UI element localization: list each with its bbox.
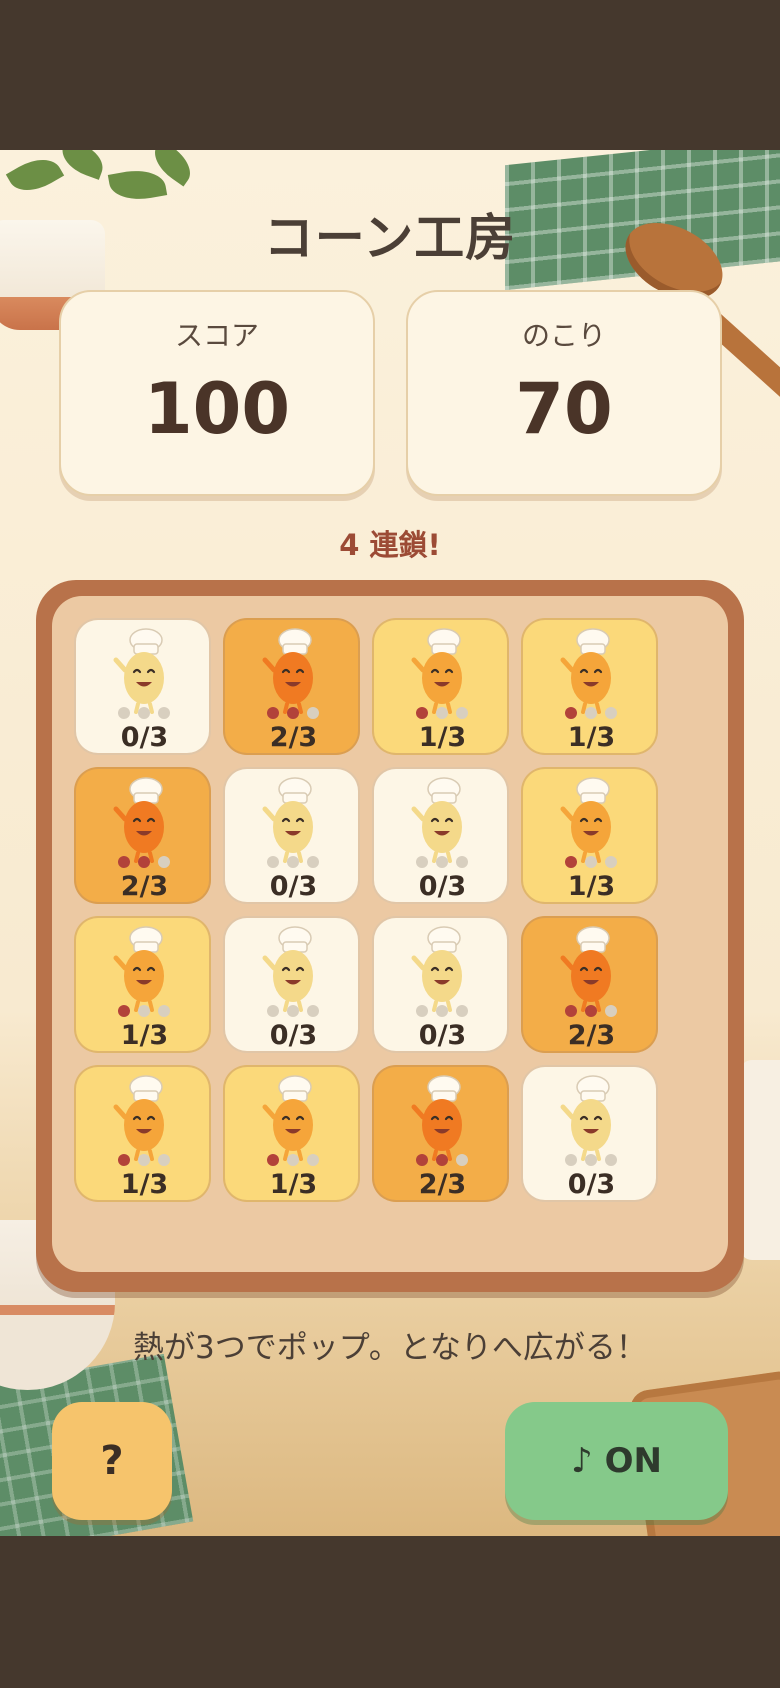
board-cell[interactable]: 0/3 bbox=[223, 767, 360, 904]
score-value: 100 bbox=[143, 368, 291, 450]
board-cell[interactable]: 0/3 bbox=[372, 767, 509, 904]
heat-counter: 0/3 bbox=[120, 722, 169, 753]
score-panel: スコア 100 bbox=[59, 290, 375, 496]
score-label: スコア bbox=[174, 319, 259, 352]
game-screen: コーン工房 スコア 100 のこり 70 4 連鎖! 0/3 2/3 1/3 1/3 2… bbox=[0, 150, 780, 1536]
board-cell[interactable]: 2/3 bbox=[521, 916, 658, 1053]
game-title: コーン工房 bbox=[263, 209, 517, 267]
board-cell[interactable]: 2/3 bbox=[223, 618, 360, 755]
heat-counter: 0/3 bbox=[269, 1020, 318, 1051]
remaining-label: のこり bbox=[521, 319, 606, 352]
heat-counter: 1/3 bbox=[120, 1169, 169, 1200]
sound-toggle-button[interactable]: ♪ ON bbox=[505, 1402, 728, 1520]
jar-decoration bbox=[740, 1060, 780, 1260]
board-cell[interactable]: 0/3 bbox=[521, 1065, 658, 1202]
board-cell[interactable]: 2/3 bbox=[74, 767, 211, 904]
board-grid: 0/3 2/3 1/3 1/3 2/3 0/3 0/3 1/3 1/3 0/3 0/3 2/3 1/3 1… bbox=[52, 596, 728, 1272]
heat-counter: 1/3 bbox=[120, 1020, 169, 1051]
board-cell[interactable]: 1/3 bbox=[74, 916, 211, 1053]
board-cell[interactable]: 0/3 bbox=[223, 916, 360, 1053]
board-cell[interactable]: 1/3 bbox=[521, 618, 658, 755]
board-cell[interactable]: 1/3 bbox=[74, 1065, 211, 1202]
board-cell[interactable]: 1/3 bbox=[372, 618, 509, 755]
heat-counter: 1/3 bbox=[567, 871, 616, 902]
hint-text: 熱が3つでポップ。となりへ広がる！ bbox=[133, 1330, 647, 1366]
board-cell[interactable]: 2/3 bbox=[372, 1065, 509, 1202]
heat-counter: 2/3 bbox=[120, 871, 169, 902]
remaining-value: 70 bbox=[515, 368, 613, 450]
heat-counter: 1/3 bbox=[269, 1169, 318, 1200]
heat-counter: 1/3 bbox=[418, 722, 467, 753]
heat-counter: 0/3 bbox=[418, 1020, 467, 1051]
game-board: 0/3 2/3 1/3 1/3 2/3 0/3 0/3 1/3 1/3 0/3 0/3 2/3 1/3 1… bbox=[36, 580, 744, 1292]
leaf-decoration bbox=[5, 150, 65, 201]
heat-counter: 1/3 bbox=[567, 722, 616, 753]
help-button[interactable]: ? bbox=[52, 1402, 172, 1520]
heat-counter: 0/3 bbox=[418, 871, 467, 902]
heat-counter: 2/3 bbox=[269, 722, 318, 753]
heat-counter: 2/3 bbox=[418, 1169, 467, 1200]
board-cell[interactable]: 0/3 bbox=[74, 618, 211, 755]
board-cell[interactable]: 1/3 bbox=[521, 767, 658, 904]
heat-counter: 0/3 bbox=[567, 1169, 616, 1200]
heat-counter: 2/3 bbox=[567, 1020, 616, 1051]
chain-combo-text: 4 連鎖! bbox=[339, 528, 441, 562]
board-cell[interactable]: 0/3 bbox=[372, 916, 509, 1053]
heat-counter: 0/3 bbox=[269, 871, 318, 902]
board-cell[interactable]: 1/3 bbox=[223, 1065, 360, 1202]
remaining-panel: のこり 70 bbox=[406, 290, 722, 496]
